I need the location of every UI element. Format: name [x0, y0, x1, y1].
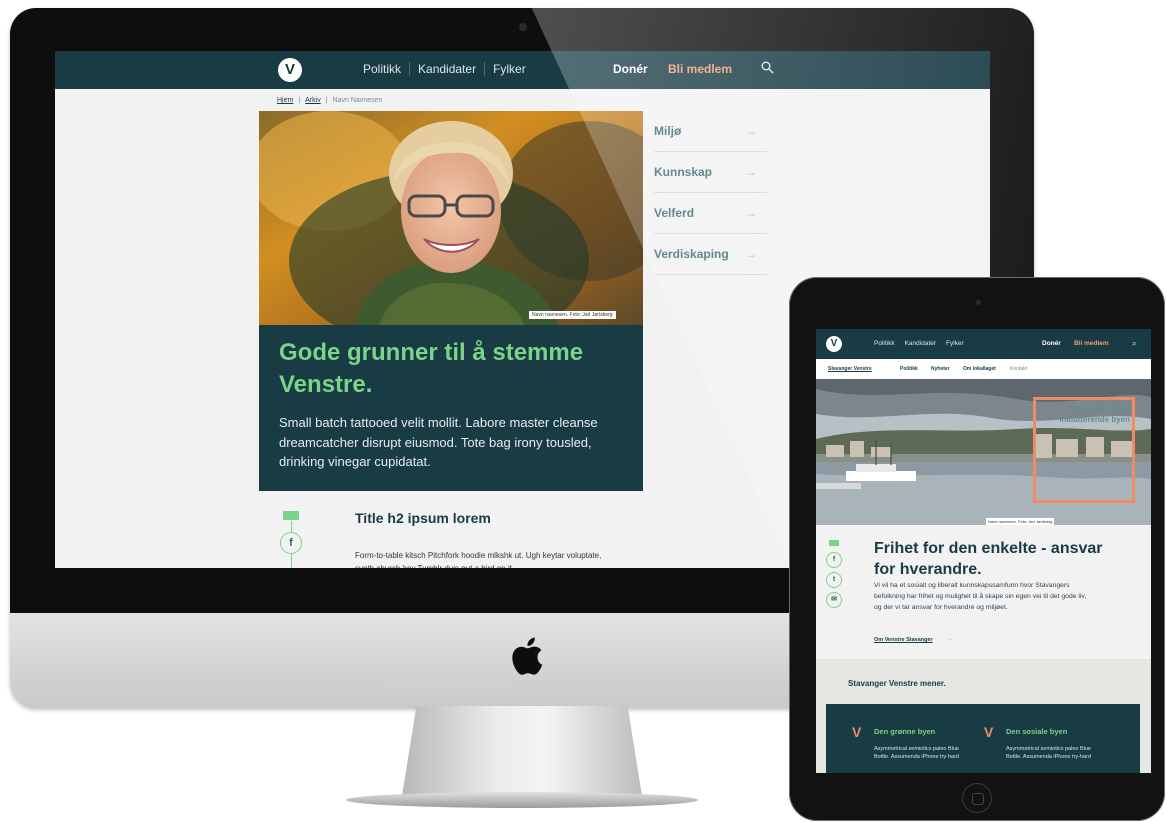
arrow-right-icon: →: [745, 124, 757, 138]
column-text: Asymmetrical semiotics paleo Blue Bottle…: [874, 746, 959, 761]
arrow-right-icon: →: [947, 636, 953, 642]
desktop-navbar: V Politikk Kandidater Fylker Donér Bli m…: [55, 51, 990, 89]
hero-photo-caption: Navn navnesen. Foto: Jarl Jørlsberg: [986, 518, 1055, 525]
about-link[interactable]: Om Venstre Stavanger: [874, 637, 933, 643]
facebook-share-icon[interactable]: f: [826, 552, 842, 568]
search-icon[interactable]: [761, 61, 774, 74]
arrow-right-icon: →: [745, 247, 757, 261]
sidebar-item-verdiskaping[interactable]: Verdiskaping →: [654, 234, 767, 275]
local-subnav: Stavanger Venstre Politikk Nyheter Om lo…: [816, 359, 1151, 379]
arrow-right-icon: →: [745, 165, 757, 179]
tablet-navbar: V Politikk Kandidater Fylker Donér Bli m…: [816, 329, 1151, 359]
page-title: Gode grunner til å stemme Venstre.: [279, 339, 584, 399]
apple-logo-icon: [512, 637, 543, 675]
breadcrumb-home[interactable]: Hjem: [277, 97, 293, 104]
tablet-screen: V Politikk Kandidater Fylker Donér Bli m…: [816, 329, 1151, 773]
ipad-camera: [976, 300, 981, 305]
subnav-item-om-lokallaget[interactable]: Om lokallaget: [963, 366, 996, 372]
breadcrumb-current: Navn Navnesen: [332, 97, 383, 104]
sidebar-item-miljo[interactable]: Miljø →: [654, 111, 767, 152]
topic-sidebar: Miljø → Kunnskap → Velferd → Verdiskaping →: [654, 111, 767, 275]
ipad-home-button[interactable]: [962, 783, 992, 813]
venstre-logo[interactable]: V: [826, 336, 842, 352]
donate-link[interactable]: Donér: [1042, 340, 1061, 347]
imac-stand-foot: [346, 792, 698, 808]
column-text: Asymmetrical semiotics paleo Blue Bottle…: [1006, 746, 1091, 761]
page-title: Frihet for den enkelte - ansvar for hver…: [874, 540, 1103, 579]
breadcrumb-separator: |: [325, 97, 328, 104]
venstre-logo[interactable]: V: [278, 58, 302, 82]
sidebar-item-label: Verdiskaping: [654, 247, 729, 261]
breadcrumb-separator: |: [298, 97, 301, 104]
opinion-heading: Stavanger Venstre mener.: [848, 679, 946, 688]
tablet-main-menu: Politikk Kandidater Fylker: [874, 340, 964, 347]
arrow-right-icon: →: [745, 206, 757, 220]
hero-photo-caption: Navn navnesen. Foto: Jarl Jørlsberg: [529, 311, 616, 319]
join-link[interactable]: Bli medlem: [668, 62, 732, 76]
imac-stand-neck: [402, 706, 642, 796]
subnav-item-politikk[interactable]: Politikk: [900, 366, 918, 372]
twitter-share-icon[interactable]: t: [826, 572, 842, 588]
share-tag: [283, 511, 299, 520]
search-icon[interactable]: ⌕: [1132, 339, 1136, 349]
hero-portrait-image: [259, 111, 643, 325]
column-title[interactable]: Den grønne byen: [874, 727, 935, 736]
section-heading: Title h2 ipsum lorem: [355, 510, 491, 526]
email-share-icon[interactable]: ✉: [826, 592, 842, 608]
venstre-v-icon: V: [984, 724, 994, 740]
share-tag: [829, 540, 839, 546]
subnav-item-kontakt[interactable]: Kontakt: [1010, 366, 1027, 372]
section-body-text: Form-to-table kitsch Pitchfork hoodie ml…: [355, 551, 602, 568]
nav-item-politikk[interactable]: Politikk: [874, 340, 895, 347]
breadcrumb: Hjem | Arkiv | Navn Navnesen: [277, 97, 382, 104]
venstre-v-icon: V: [852, 724, 862, 740]
sidebar-item-label: Kunnskap: [654, 165, 713, 179]
lead-paragraph: Small batch tattooed velit mollit. Labor…: [279, 415, 598, 469]
nav-item-kandidater[interactable]: Kandidater: [410, 62, 486, 76]
breadcrumb-archive[interactable]: Arkiv: [305, 97, 321, 104]
sidebar-item-kunnskap[interactable]: Kunnskap →: [654, 152, 767, 193]
sidebar-item-velferd[interactable]: Velferd →: [654, 193, 767, 234]
hero-text-panel: Gode grunner til å stemme Venstre. Small…: [259, 325, 643, 491]
subnav-item-nyheter[interactable]: Nyheter: [931, 366, 950, 372]
imac-camera: [519, 23, 527, 31]
nav-item-fylker[interactable]: Fylker: [946, 340, 964, 347]
desktop-main-menu: Politikk Kandidater Fylker: [355, 62, 534, 76]
facebook-share-icon[interactable]: f: [280, 532, 302, 554]
nav-item-kandidater[interactable]: Kandidater: [905, 340, 936, 347]
opinion-box: [826, 704, 1140, 773]
nav-item-politikk[interactable]: Politikk: [355, 62, 411, 76]
intro-paragraph: Vi vil ha et sosialt og liberalt kunnska…: [874, 582, 1087, 611]
donate-link[interactable]: Donér: [613, 62, 648, 76]
sidebar-item-label: Miljø: [654, 124, 682, 138]
sidebar-item-label: Velferd: [654, 206, 695, 220]
hero-city-title: Stavanger - Den inkluderende byen: [1059, 404, 1130, 425]
subnav-item-home[interactable]: Stavanger Venstre: [828, 366, 872, 372]
join-link[interactable]: Bli medlem: [1074, 340, 1109, 347]
column-title[interactable]: Den sosiale byen: [1006, 727, 1067, 736]
nav-item-fylker[interactable]: Fylker: [485, 62, 534, 76]
